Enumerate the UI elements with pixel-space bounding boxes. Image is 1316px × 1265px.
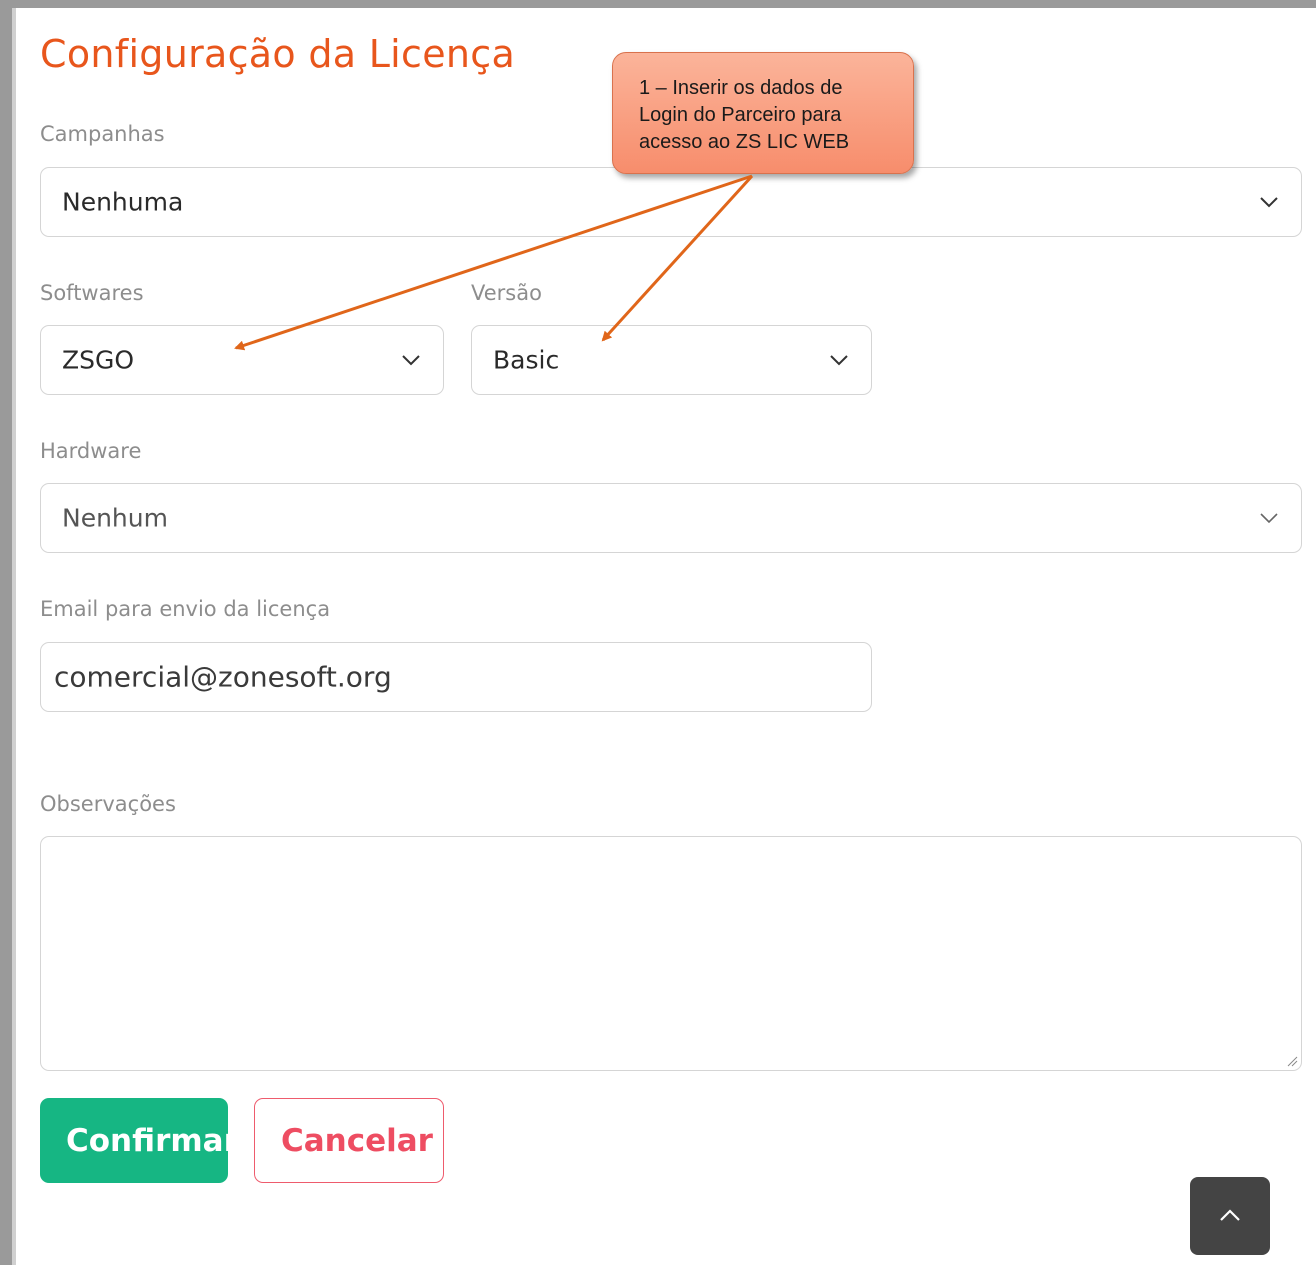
- chevron-down-icon: [402, 355, 420, 366]
- window-frame-left-inner: [12, 8, 16, 1265]
- softwares-select[interactable]: ZSGO: [40, 325, 444, 395]
- versao-label: Versão: [471, 281, 542, 305]
- versao-select[interactable]: Basic: [471, 325, 872, 395]
- email-label: Email para envio da licença: [40, 597, 331, 621]
- annotation-line: Login do Parceiro para: [639, 104, 842, 126]
- chevron-down-icon: [1260, 197, 1278, 208]
- chevron-up-icon: [1220, 1209, 1240, 1221]
- cancel-button[interactable]: Cancelar: [254, 1098, 444, 1183]
- scroll-to-top-button[interactable]: [1190, 1177, 1270, 1255]
- hardware-label: Hardware: [40, 439, 142, 463]
- resize-handle-icon[interactable]: [1286, 1055, 1298, 1067]
- observacoes-textarea[interactable]: [40, 836, 1302, 1071]
- observacoes-label: Observações: [40, 792, 176, 816]
- annotation-line: 1 – Inserir os dados de: [639, 77, 843, 99]
- annotation-line: acesso ao ZS LIC WEB: [639, 131, 850, 153]
- softwares-label: Softwares: [40, 281, 144, 305]
- email-value: comercial@zonesoft.org: [54, 660, 392, 694]
- annotation-callout: 1 – Inserir os dados de Login do Parceir…: [612, 52, 914, 174]
- hardware-select[interactable]: Nenhum: [40, 483, 1302, 553]
- hardware-value: Nenhum: [62, 503, 168, 533]
- cancel-button-label: Cancelar: [281, 1122, 433, 1159]
- versao-value: Basic: [493, 345, 560, 375]
- email-field[interactable]: comercial@zonesoft.org: [40, 642, 872, 712]
- campanhas-label: Campanhas: [40, 122, 165, 146]
- chevron-down-icon: [830, 355, 848, 366]
- page-title: Configuração da Licença: [40, 32, 516, 76]
- annotation-text: 1 – Inserir os dados de Login do Parceir…: [639, 75, 887, 156]
- campanhas-value: Nenhuma: [62, 187, 184, 217]
- window-frame-top: [0, 0, 1316, 8]
- window-frame-left: [0, 0, 12, 1265]
- campanhas-select[interactable]: Nenhuma: [40, 167, 1302, 237]
- confirm-button[interactable]: Confirmar: [40, 1098, 228, 1183]
- confirm-button-label: Confirmar: [66, 1122, 228, 1159]
- softwares-value: ZSGO: [62, 345, 135, 375]
- chevron-down-icon: [1260, 513, 1278, 524]
